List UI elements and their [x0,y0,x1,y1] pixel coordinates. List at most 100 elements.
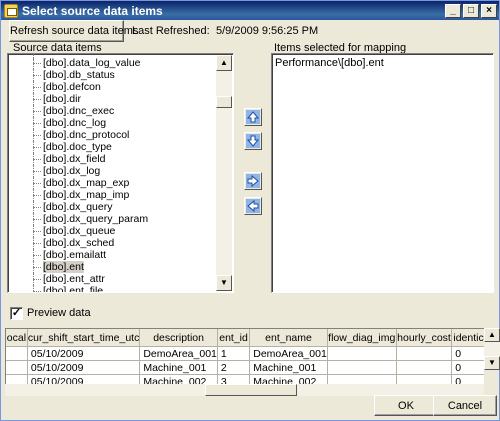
scroll-down-button[interactable]: ▼ [216,275,232,291]
tree-item-label: [dbo].dx_queue [43,225,116,237]
grid-row[interactable]: 05/10/2009 Machine_001 2 Machine_001 0 [6,360,494,375]
tree-item[interactable]: [dbo].dnc_log [9,117,224,129]
tree-item-label: [dbo].ent_attr [43,273,105,285]
grid-cell[interactable] [6,360,28,375]
tree-item-label: [dbo].ent [43,261,84,273]
tree-item[interactable]: [dbo].ent_attr [9,273,224,285]
tree-item[interactable]: [dbo].dx_field [9,153,224,165]
scroll-up-button[interactable]: ▲ [216,55,232,71]
tree-item[interactable]: [dbo].dx_sched [9,237,224,249]
grid-cell[interactable]: DemoArea_001 [249,346,328,361]
add-item-button[interactable] [244,172,262,190]
refresh-source-button[interactable]: Refresh source data items [9,20,138,42]
tree-item-label: [dbo].dx_sched [43,237,115,249]
grid-column-header[interactable]: ent_id [216,329,251,347]
dialog-window: Select source data items _ □ × Refresh s… [0,0,500,421]
grid-scroll-up-button[interactable]: ▲ [484,328,500,342]
tree-item-label: [dbo].data_log_value [43,57,141,69]
tree-item[interactable]: [dbo].dx_query [9,201,224,213]
tree-item-label: [dbo].dx_field [43,153,106,165]
tree-item[interactable]: [dbo].doc_type [9,141,224,153]
tree-item-label: [dbo].doc_type [43,141,112,153]
up-arrow-icon [246,110,260,124]
tree-item-label: [dbo].emailatt [43,249,107,261]
tree-item[interactable]: [dbo].dx_map_imp [9,189,224,201]
selected-items-list[interactable]: Performance\[dbo].ent [271,53,494,293]
tree-item-label: [dbo].dx_query_param [43,213,149,225]
tree-item[interactable]: [dbo].ent_file [9,285,224,293]
tree-item-label: [dbo].db_status [43,69,115,81]
window-title: Select source data items [22,3,163,18]
move-down-button[interactable] [244,132,262,150]
grid-cell[interactable]: 1 [216,346,251,361]
tree-item-label: [dbo].dir [43,93,81,105]
tree-item[interactable]: [dbo].dir [9,93,224,105]
preview-data-grid[interactable]: ocal cur_shift_start_time_utc description e… [5,328,496,385]
grid-cell[interactable]: Machine_001 [139,360,218,375]
right-arrow-icon [246,174,260,188]
tree-items: [dbo].data_log_value [dbo].db_status [dbo]… [9,57,224,293]
tree-item-label: [dbo].dnc_exec [43,105,115,117]
tree-item[interactable]: [dbo].data_log_value [9,57,224,69]
grid-column-header[interactable]: cur_shift_start_time_utc [26,329,141,347]
grid-cell[interactable] [326,360,397,375]
tree-item-label: [dbo].dx_log [43,165,101,177]
maximize-button[interactable]: □ [463,3,479,18]
grid-cell[interactable]: 05/10/2009 [26,346,141,361]
tree-item[interactable]: [dbo].dx_map_exp [9,177,224,189]
grid-cell[interactable]: DemoArea_001 [139,346,218,361]
tree-item[interactable]: [dbo].dnc_protocol [9,129,224,141]
last-refreshed-label: Last Refreshed: [132,25,210,37]
minimize-button[interactable]: _ [445,3,461,18]
tree-item[interactable]: [dbo].ent [9,261,224,273]
tree-item[interactable]: [dbo].dnc_exec [9,105,224,117]
grid-cell[interactable]: Machine_001 [249,360,328,375]
tree-item-label: [dbo].dnc_protocol [43,129,130,141]
tree-item[interactable]: [dbo].dx_log [9,165,224,177]
cancel-button[interactable]: Cancel [433,395,497,416]
title-bar[interactable]: Select source data items _ □ × [1,1,499,20]
move-up-button[interactable] [244,108,262,126]
grid-cell[interactable] [395,360,453,375]
grid-cell[interactable]: 2 [216,360,251,375]
grid-column-header[interactable]: ocal [6,329,28,347]
ok-button[interactable]: OK [374,395,438,416]
preview-data-checkbox[interactable]: ✓ [10,307,23,320]
source-scrollbar[interactable]: ▲ ▼ [216,55,232,291]
grid-cell[interactable] [326,346,397,361]
close-button[interactable]: × [481,3,497,18]
grid-column-header[interactable]: description [139,329,218,347]
selected-items: Performance\[dbo].ent [275,57,384,69]
grid-column-header[interactable]: ent_name [249,329,328,347]
last-refreshed-value: 5/9/2009 9:56:25 PM [216,25,319,37]
preview-data-label: Preview data [27,307,91,319]
selected-item[interactable]: Performance\[dbo].ent [275,57,384,69]
tree-item-label: [dbo].dnc_log [43,117,107,129]
grid-vscrollbar[interactable]: ▲ ▼ [484,328,500,370]
tree-item[interactable]: [dbo].dx_query_param [9,213,224,225]
source-items-tree[interactable]: [dbo].data_log_value [dbo].db_status [dbo]… [7,53,234,293]
tree-item-label: [dbo].dx_map_imp [43,189,130,201]
tree-item-label: [dbo].dx_query [43,201,113,213]
scroll-corner [484,370,496,396]
down-arrow-icon [246,134,260,148]
grid-cell[interactable]: 05/10/2009 [26,360,141,375]
grid-cell[interactable] [6,346,28,361]
grid-cell[interactable] [395,346,453,361]
tree-item[interactable]: [dbo].emailatt [9,249,224,261]
grid-column-header[interactable]: hourly_cost [395,329,453,347]
remove-item-button[interactable] [244,197,262,215]
grid-hscroll-thumb[interactable] [205,384,297,396]
grid-row[interactable]: 05/10/2009 DemoArea_001 1 DemoArea_001 0 [6,346,494,361]
grid-scroll-down-button[interactable]: ▼ [484,356,500,370]
left-arrow-icon [246,199,260,213]
grid-column-header[interactable]: flow_diag_img [326,329,397,347]
scroll-thumb[interactable] [216,96,232,108]
tree-item-label: [dbo].defcon [43,81,101,93]
tree-item-label: [dbo].dx_map_exp [43,177,130,189]
app-icon [4,3,18,18]
tree-item[interactable]: [dbo].db_status [9,69,224,81]
tree-item[interactable]: [dbo].dx_queue [9,225,224,237]
tree-item[interactable]: [dbo].defcon [9,81,224,93]
tree-item-label: [dbo].ent_file [43,285,104,293]
